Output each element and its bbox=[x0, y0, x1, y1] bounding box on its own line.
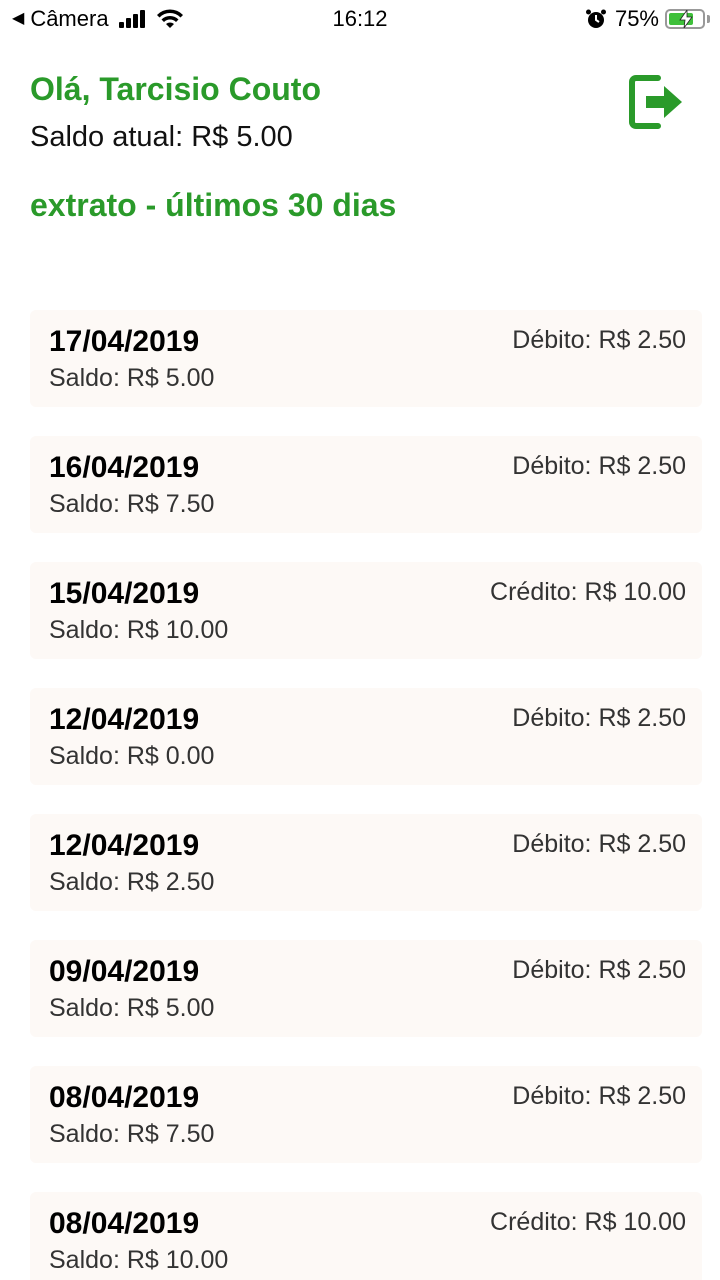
status-bar: ◀ Câmera 16:12 75% bbox=[0, 0, 720, 40]
transaction-amount: Débito: R$ 2.50 bbox=[512, 452, 686, 480]
transaction-amount: Débito: R$ 2.50 bbox=[512, 704, 686, 732]
statement-title: extrato - últimos 30 dias bbox=[30, 187, 397, 223]
battery-percent: 75% bbox=[614, 6, 659, 31]
transaction-card[interactable]: 12/04/2019 Saldo: R$ 0.00 Débito: R$ 2.50 bbox=[30, 688, 702, 785]
transaction-amount: Débito: R$ 2.50 bbox=[512, 956, 686, 984]
transaction-amount: Débito: R$ 2.50 bbox=[512, 326, 686, 354]
app-screen: ◀ Câmera 16:12 75% Olá, Tarcisio Couto S… bbox=[0, 0, 720, 1280]
alarm-icon bbox=[585, 9, 606, 28]
transaction-balance: Saldo: R$ 2.50 bbox=[49, 868, 215, 896]
transaction-date: 09/04/2019 bbox=[49, 955, 200, 988]
transaction-card[interactable]: 17/04/2019 Saldo: R$ 5.00 Débito: R$ 2.50 bbox=[30, 310, 702, 407]
transaction-card[interactable]: 16/04/2019 Saldo: R$ 7.50 Débito: R$ 2.50 bbox=[30, 436, 702, 533]
transaction-date: 12/04/2019 bbox=[49, 829, 200, 862]
greeting: Olá, Tarcisio Couto bbox=[30, 71, 321, 107]
transaction-date: 12/04/2019 bbox=[49, 703, 200, 736]
transaction-date: 16/04/2019 bbox=[49, 451, 200, 484]
status-right: 75% bbox=[585, 6, 710, 32]
transaction-date: 08/04/2019 bbox=[49, 1081, 200, 1114]
transaction-amount: Débito: R$ 2.50 bbox=[512, 1082, 686, 1110]
transaction-amount: Débito: R$ 2.50 bbox=[512, 830, 686, 858]
transaction-balance: Saldo: R$ 10.00 bbox=[49, 1246, 229, 1274]
transaction-amount: Crédito: R$ 10.00 bbox=[490, 578, 686, 606]
transaction-list: 17/04/2019 Saldo: R$ 5.00 Débito: R$ 2.50 1… bbox=[30, 310, 702, 1280]
transaction-card[interactable]: 08/04/2019 Saldo: R$ 10.00 Crédito: R$ 10.… bbox=[30, 1192, 702, 1280]
transaction-amount: Crédito: R$ 10.00 bbox=[490, 1208, 686, 1236]
transaction-date: 15/04/2019 bbox=[49, 577, 200, 610]
transaction-date: 17/04/2019 bbox=[49, 325, 200, 358]
transaction-balance: Saldo: R$ 7.50 bbox=[49, 1120, 215, 1148]
transaction-date: 08/04/2019 bbox=[49, 1207, 200, 1240]
charging-bolt-icon bbox=[679, 10, 693, 28]
transaction-card[interactable]: 09/04/2019 Saldo: R$ 5.00 Débito: R$ 2.50 bbox=[30, 940, 702, 1037]
battery-icon bbox=[665, 9, 705, 29]
transaction-balance: Saldo: R$ 7.50 bbox=[49, 490, 215, 518]
transaction-card[interactable]: 12/04/2019 Saldo: R$ 2.50 Débito: R$ 2.50 bbox=[30, 814, 702, 911]
transaction-card[interactable]: 15/04/2019 Saldo: R$ 10.00 Crédito: R$ 10.… bbox=[30, 562, 702, 659]
transaction-balance: Saldo: R$ 10.00 bbox=[49, 616, 229, 644]
transaction-card[interactable]: 08/04/2019 Saldo: R$ 7.50 Débito: R$ 2.50 bbox=[30, 1066, 702, 1163]
battery-tip bbox=[707, 15, 710, 23]
transaction-balance: Saldo: R$ 5.00 bbox=[49, 994, 215, 1022]
transaction-balance: Saldo: R$ 0.00 bbox=[49, 742, 215, 770]
logout-icon[interactable] bbox=[628, 72, 686, 132]
current-balance: Saldo atual: R$ 5.00 bbox=[30, 121, 293, 153]
transaction-balance: Saldo: R$ 5.00 bbox=[49, 364, 215, 392]
